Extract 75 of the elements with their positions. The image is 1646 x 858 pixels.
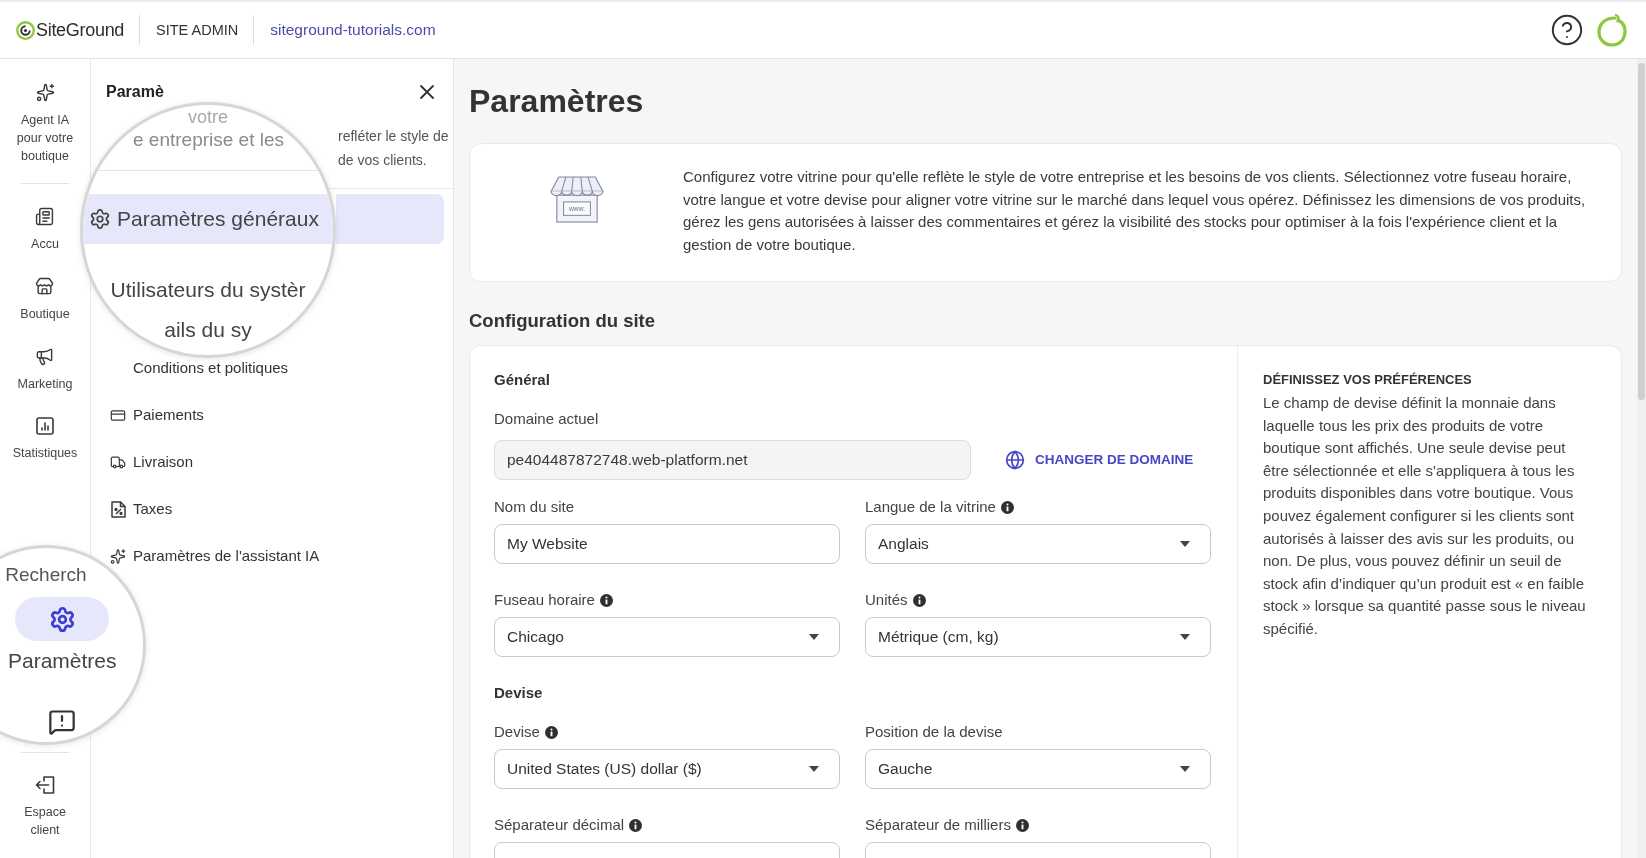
field-label: Unités	[865, 591, 908, 609]
text-field[interactable]: My Website	[494, 524, 840, 564]
sparkles-icon	[35, 83, 55, 102]
newspaper-icon	[35, 207, 55, 226]
swirl-logo-icon[interactable]	[16, 20, 35, 40]
caret-icon	[1180, 541, 1190, 547]
select-field[interactable]: Métrique (cm, kg)	[865, 617, 1211, 657]
nav-item-pill[interactable]	[15, 597, 110, 641]
nav-item[interactable]: Paramètres	[8, 597, 117, 672]
menu-item[interactable]: Conditions et politiques	[110, 359, 289, 377]
info-icon[interactable]	[544, 725, 558, 739]
select-field[interactable]: United States (US) dollar ($)	[494, 749, 840, 789]
section-title: Configuration du site	[469, 309, 656, 333]
help-text: Le champ de devise définit la monnaie dans laquelle tous les prix des produits de votre boutique sont affichés. Une seule devise peut être sélectionnée et elle s'appliquera à tous les produits disponibles dans votre boutique. Vous pouvez également configurer si les clients sont autorisés à laisser des avis sur les produits, ou non. De plus, vous pouvez définir un seuil de stock afin d’indiquer qu’un produit est « en faible stock » lorsque sa quantité passe sous le niveau spécifié.	[1263, 393, 1587, 639]
select-field[interactable]: Anglais	[865, 524, 1211, 564]
nav-item[interactable]: Agent IA pour votre boutique	[12, 83, 78, 165]
field-label: Séparateur décimal	[494, 816, 625, 834]
section-heading: Général	[494, 371, 551, 389]
nav-item[interactable]: Espace client	[12, 776, 78, 839]
message-alert-icon[interactable]	[48, 708, 76, 736]
info-icon[interactable]	[1000, 500, 1014, 514]
menu-item[interactable]: Utilisateurs du systèr	[110, 279, 306, 301]
nav-item[interactable]: Marketing	[17, 347, 73, 393]
settings-icon	[89, 208, 111, 230]
menu-item[interactable]: Paramètres de l'assistant IA	[110, 547, 320, 565]
bar-chart-icon	[36, 417, 54, 435]
magnified-text: Recherch	[5, 564, 87, 585]
nav-item[interactable]: Accu	[31, 207, 59, 253]
menu-item[interactable]: Paiements	[110, 406, 204, 424]
description-text: refléter le style de	[338, 127, 449, 146]
description-text: de vos clients.	[338, 151, 427, 170]
info-icon[interactable]	[599, 593, 613, 607]
intro-text: Configurez votre vitrine pour qu'elle reflète le style de votre entreprise et les besoins de vos clients. Sélectionnez votre fuseau horaire, votre langue et votre devise pour aligner votre vitrine sur le marché dans lequel vous opérez. Définissez les dimensions de vos produits, gérez les gens autorisées à laisser des commentaires et gérez la visibilité des stocks pour optimiser à la fois l'expérience client et la gestion de votre boutique.	[683, 167, 1587, 255]
caret-icon	[809, 634, 819, 640]
info-icon[interactable]	[1015, 818, 1029, 832]
field-label: Séparateur de milliers	[865, 816, 1011, 834]
section-title: SITE ADMIN	[156, 21, 239, 39]
menu-item[interactable]: ails du sy	[164, 319, 252, 341]
field-label: Langue de la vitrine	[865, 498, 996, 516]
percent-document-icon	[110, 500, 126, 518]
magnified-text: e entreprise et les	[133, 130, 285, 150]
caret-icon	[809, 766, 819, 772]
caret-icon	[1180, 766, 1190, 772]
help-icon[interactable]	[1550, 13, 1584, 47]
field-label: Domaine actuel	[494, 410, 599, 428]
field-label: Nom du site	[494, 498, 575, 516]
magnified-text: votre	[188, 108, 228, 126]
menu-item[interactable]: Paramètres généraux	[83, 194, 333, 244]
field-label: Position de la devise	[865, 723, 1003, 741]
help-heading: DÉFINISSEZ VOS PRÉFÉRENCES	[1263, 371, 1473, 389]
info-icon[interactable]	[629, 818, 643, 832]
megaphone-icon	[35, 347, 55, 366]
nav-item[interactable]: Statistiques	[12, 417, 78, 462]
menu-item[interactable]: Taxes	[110, 500, 173, 518]
field-label: Devise	[494, 723, 540, 741]
store-icon	[35, 277, 55, 296]
exit-arrow-icon	[35, 776, 55, 794]
sparkles-icon	[110, 547, 126, 565]
close-icon[interactable]	[420, 85, 434, 99]
scrollbar[interactable]	[1637, 59, 1646, 858]
menu-item[interactable]: Livraison	[110, 453, 194, 471]
settings-icon	[48, 605, 76, 633]
nav-item[interactable]: Boutique	[20, 277, 70, 323]
scrollbar-thumb[interactable]	[1638, 63, 1645, 400]
site-link[interactable]: siteground-tutorials.com	[270, 20, 436, 40]
info-icon[interactable]	[912, 593, 926, 607]
panel-title: Paramè	[106, 83, 164, 101]
section-heading: Devise	[494, 684, 544, 702]
select-field[interactable]: Chicago	[494, 617, 840, 657]
select-field[interactable]: Gauche	[865, 749, 1211, 789]
caret-icon	[1180, 634, 1190, 640]
globe-icon	[1005, 450, 1025, 470]
page-title: Paramètres	[469, 82, 645, 121]
field-label: Fuseau horaire	[494, 591, 595, 609]
logo-text[interactable]: SiteGround	[36, 19, 125, 41]
